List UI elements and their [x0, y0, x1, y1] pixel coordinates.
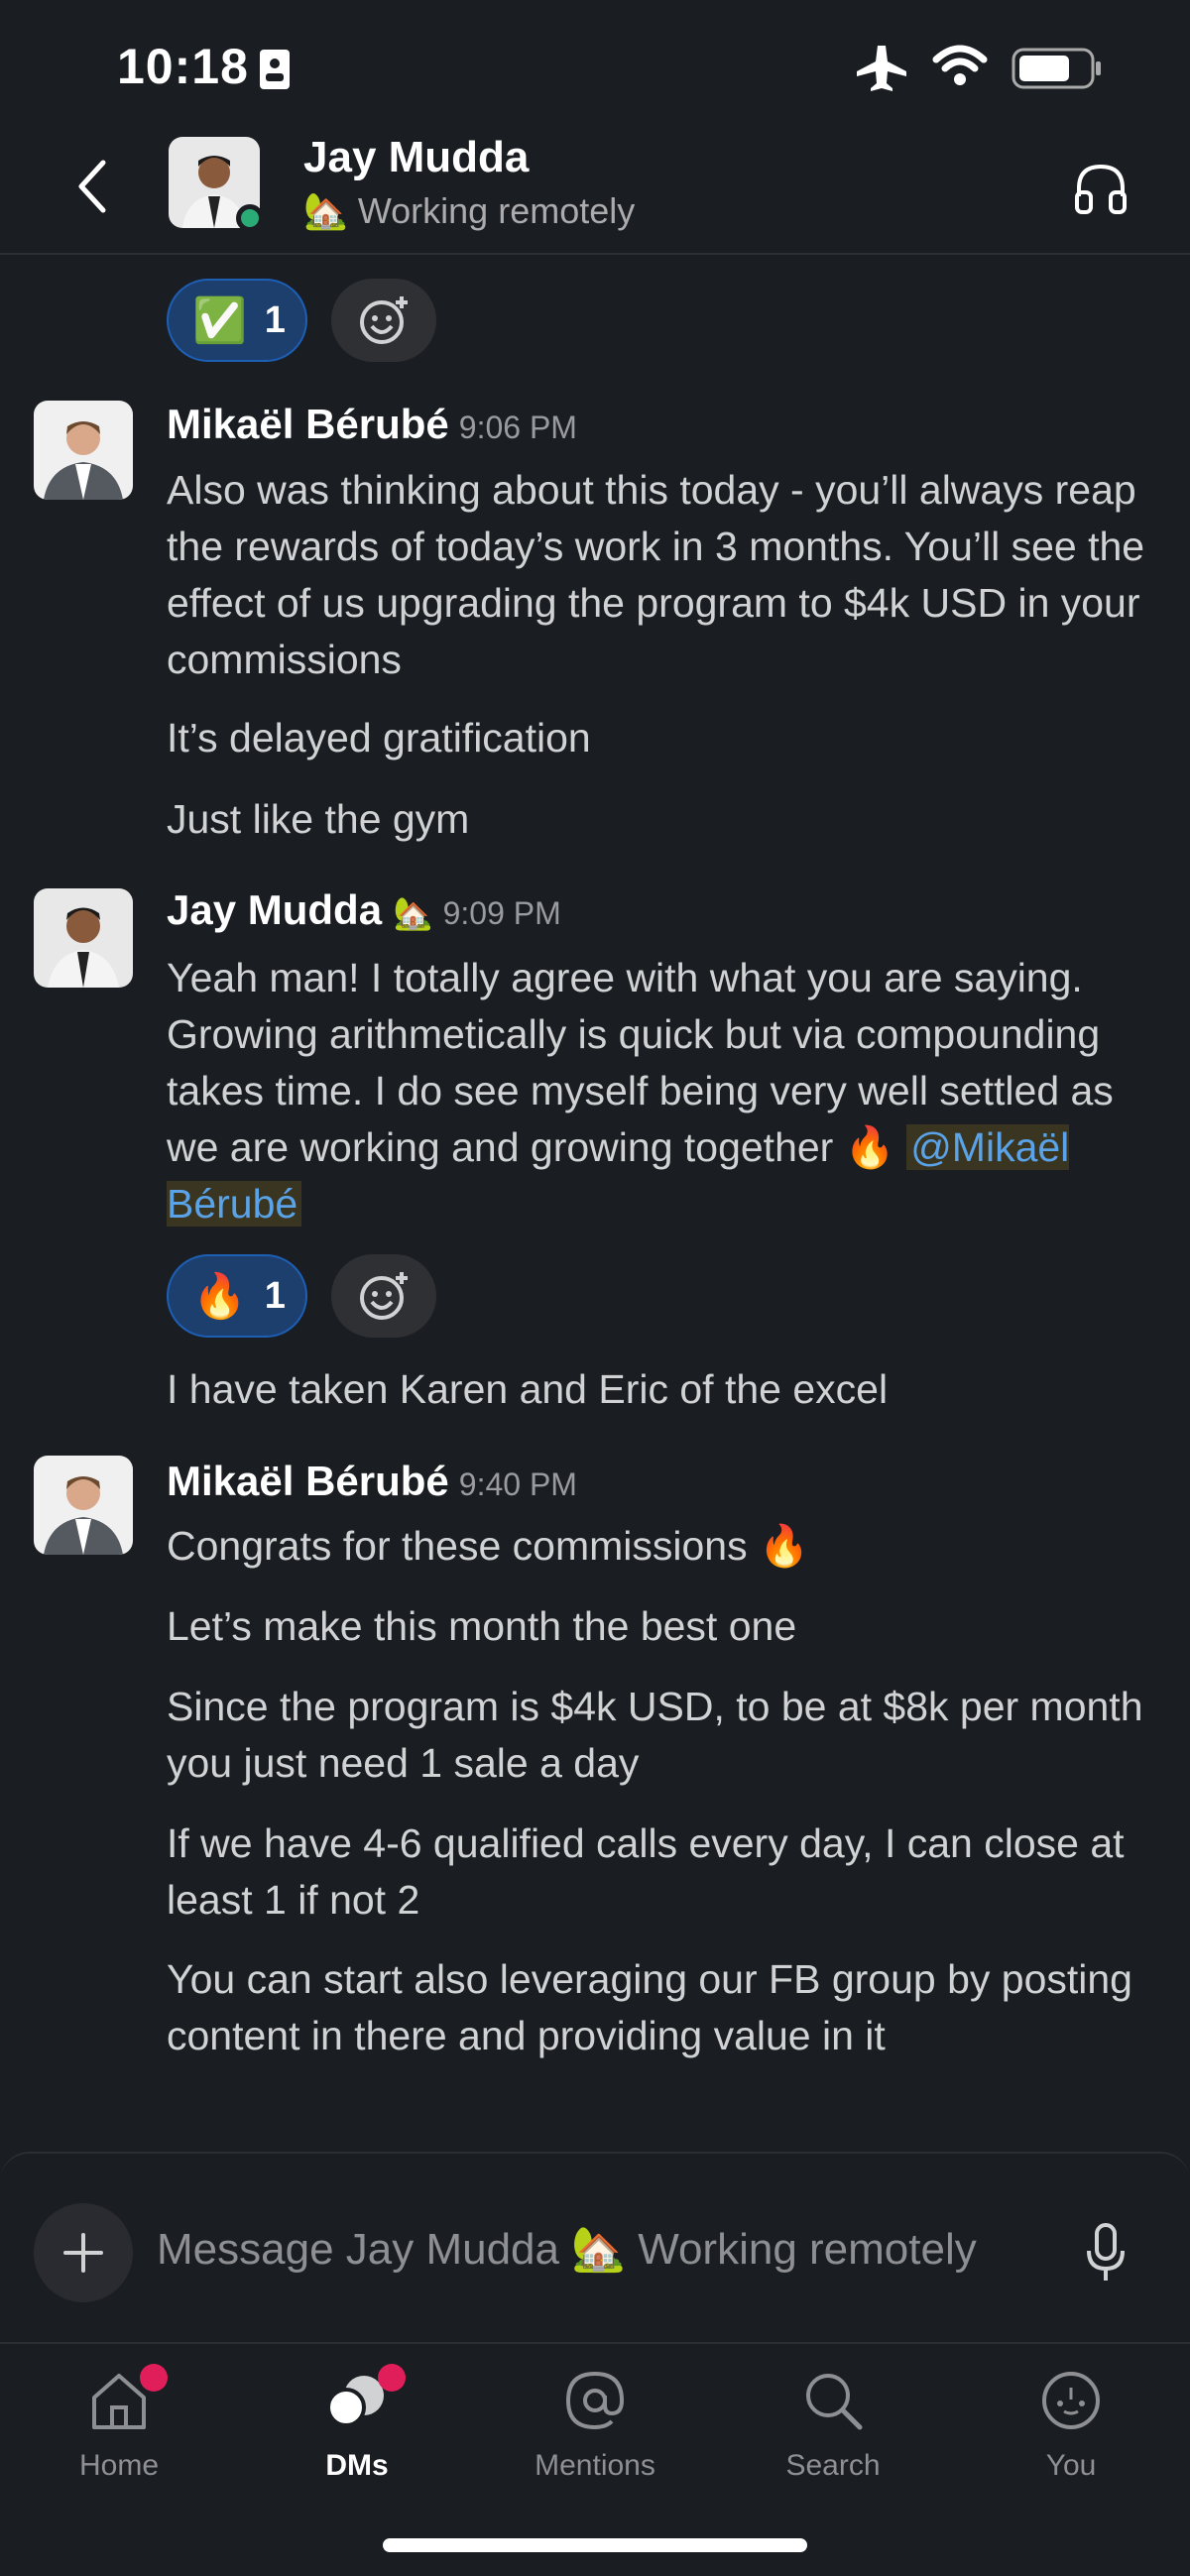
avatar[interactable]: [34, 1456, 133, 1555]
tab-label: Mentions: [535, 2449, 655, 2482]
attach-button[interactable]: [34, 2203, 133, 2302]
back-chevron-icon[interactable]: [69, 157, 119, 216]
add-reaction-button[interactable]: [331, 279, 436, 362]
notification-badge: [378, 2364, 406, 2392]
message-text: Congrats for these commissions 🔥: [167, 1523, 810, 1569]
microphone-icon[interactable]: [1081, 2219, 1130, 2288]
message-text: It’s delayed gratification: [167, 715, 591, 761]
add-emoji-icon: [360, 296, 408, 344]
tab-label: Home: [78, 2449, 160, 2482]
reaction-check[interactable]: ✅ 1: [167, 279, 307, 362]
message-text: Since the program is $4k USD, to be at $…: [167, 1684, 1143, 1786]
conversation-status: 🏡 Working remotely: [303, 190, 636, 231]
airplane-icon: [857, 46, 906, 91]
message-text: If we have 4-6 qualified calls every day…: [167, 1820, 1125, 1923]
battery-icon: [1012, 48, 1101, 89]
headphones-icon[interactable]: [1071, 159, 1130, 218]
author-name[interactable]: Mikaël Bérubé: [167, 401, 449, 447]
message-text: Just like the gym: [167, 796, 470, 842]
message-author[interactable]: Mikaël Bérubé 9:06 PM: [167, 401, 577, 448]
search-icon: [806, 2374, 863, 2430]
reaction-fire[interactable]: 🔥 1: [167, 1254, 307, 1338]
tab-home[interactable]: Home: [20, 2364, 218, 2483]
plus-icon: [63, 2233, 103, 2273]
message-text: Let’s make this month the best one: [167, 1603, 797, 1649]
message-timestamp: 9:09 PM: [442, 895, 561, 931]
status-bar: 10:18: [0, 0, 1190, 129]
id-card-icon: [260, 50, 290, 89]
tab-label: You: [1045, 2449, 1097, 2482]
message-input[interactable]: Message Jay Mudda 🏡 Working remotely: [157, 2223, 977, 2275]
tab-mentions[interactable]: Mentions: [496, 2366, 694, 2483]
wifi-icon: [932, 45, 988, 85]
reaction-count: 1: [264, 298, 286, 341]
avatar[interactable]: [34, 401, 133, 500]
reaction-count: 1: [264, 1274, 286, 1317]
avatar[interactable]: [34, 888, 133, 988]
message-text: I have taken Karen and Eric of the excel: [167, 1366, 889, 1412]
at-icon: [565, 2371, 625, 2430]
home-indicator[interactable]: [383, 2538, 807, 2552]
tab-label: DMs: [325, 2449, 389, 2482]
message-timestamp: 9:06 PM: [458, 410, 577, 445]
add-reaction-button[interactable]: [331, 1254, 436, 1338]
author-name[interactable]: Mikaël Bérubé: [167, 1458, 449, 1504]
message-author[interactable]: Mikaël Bérubé 9:40 PM: [167, 1458, 577, 1505]
online-status-indicator: [236, 204, 264, 232]
message-text: Yeah man! I totally agree with what you …: [167, 950, 1158, 1232]
message-text: You can start also leveraging our FB gro…: [167, 1956, 1132, 2058]
tab-search[interactable]: Search: [734, 2366, 932, 2483]
house-emoji-icon: 🏡: [393, 895, 433, 931]
message-text: Also was thinking about this today - you…: [167, 467, 1145, 682]
tab-label: Search: [785, 2449, 881, 2482]
tab-dms[interactable]: DMs: [258, 2364, 456, 2483]
conversation-header: Jay Mudda 🏡 Working remotely: [0, 129, 1190, 255]
tab-you[interactable]: You: [972, 2366, 1170, 2483]
notification-badge: [140, 2364, 168, 2392]
author-name[interactable]: Jay Mudda: [167, 886, 382, 933]
message-composer: Message Jay Mudda 🏡 Working remotely: [0, 2152, 1190, 2344]
fire-emoji-icon: 🔥: [192, 1272, 247, 1321]
status-time: 10:18: [117, 39, 249, 94]
add-emoji-icon: [360, 1272, 408, 1320]
profile-icon: [1042, 2372, 1100, 2429]
conversation-title[interactable]: Jay Mudda: [303, 133, 529, 182]
check-emoji-icon: ✅: [192, 296, 247, 345]
message-timestamp: 9:40 PM: [458, 1466, 577, 1502]
message-author[interactable]: Jay Mudda 🏡 9:09 PM: [167, 886, 561, 934]
